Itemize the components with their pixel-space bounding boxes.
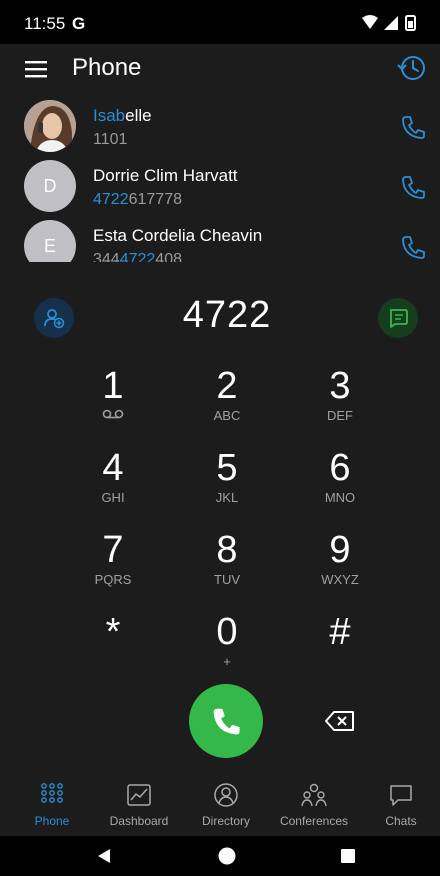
- key-0[interactable]: 0 +: [172, 612, 282, 692]
- message-button[interactable]: [378, 298, 418, 338]
- system-navigation-bar: [0, 836, 440, 876]
- nav-label: Directory: [201, 814, 250, 828]
- avatar: E: [24, 220, 76, 262]
- backspace-button[interactable]: [316, 703, 364, 739]
- status-time: 11:55: [24, 14, 66, 33]
- back-icon[interactable]: [96, 848, 112, 864]
- nav-dashboard[interactable]: Dashboard: [95, 780, 183, 836]
- nav-chats[interactable]: Chats: [357, 780, 440, 836]
- key-6[interactable]: 6 MNO: [285, 448, 395, 528]
- nav-label: Conferences: [279, 814, 349, 828]
- contact-name: Esta Cordelia Cheavin: [93, 226, 263, 245]
- google-icon: G: [72, 14, 86, 33]
- add-contact-icon: [44, 309, 65, 329]
- phone-call-icon[interactable]: [400, 174, 426, 200]
- avatar-photo: [24, 100, 76, 152]
- recents-icon[interactable]: [340, 848, 356, 864]
- contact-name: Dorrie Clim Harvatt: [93, 166, 238, 185]
- contact-number: 1101: [93, 131, 128, 148]
- hamburger-menu-icon[interactable]: [24, 58, 50, 80]
- avatar-photo-image: [24, 100, 76, 152]
- nav-label: Phone: [34, 814, 70, 828]
- page-title: Phone: [72, 54, 142, 81]
- dial-input[interactable]: 4722: [120, 294, 334, 337]
- history-icon[interactable]: [396, 52, 428, 84]
- contact-number: 4722617778: [93, 191, 182, 208]
- phone-icon: [213, 708, 240, 735]
- bottom-nav: Phone Dashboard Directory Conferences Ch…: [0, 780, 440, 836]
- key-2[interactable]: 2 ABC: [172, 366, 282, 446]
- dashboard-chart-icon: [127, 784, 151, 806]
- nav-directory[interactable]: Directory: [182, 780, 270, 836]
- key-hash[interactable]: #: [285, 612, 395, 692]
- nav-label: Chats: [385, 814, 417, 828]
- key-4[interactable]: 4 GHI: [58, 448, 168, 528]
- backspace-icon: [325, 711, 354, 731]
- key-9[interactable]: 9 WXYZ: [285, 530, 395, 610]
- key-1[interactable]: 1: [58, 366, 168, 446]
- app-bar: Phone: [0, 44, 440, 94]
- contact-number: 3444722408: [93, 251, 182, 262]
- nav-conferences[interactable]: Conferences: [270, 780, 358, 836]
- key-8[interactable]: 8 TUV: [172, 530, 282, 610]
- add-contact-button[interactable]: [34, 298, 74, 338]
- home-icon[interactable]: [217, 846, 237, 866]
- contact-row-dorrie[interactable]: D Dorrie Clim Harvatt 4722617778: [0, 158, 440, 220]
- status-icons: [362, 15, 416, 31]
- contact-row-esta[interactable]: E Esta Cordelia Cheavin 3444722408: [0, 218, 440, 262]
- phone-call-icon[interactable]: [400, 114, 426, 140]
- chat-bubble-icon: [390, 785, 412, 806]
- signal-icon: [384, 16, 398, 30]
- message-icon: [390, 309, 408, 328]
- directory-icon: [214, 783, 238, 807]
- call-button[interactable]: [189, 684, 263, 758]
- wifi-icon: [362, 15, 378, 29]
- key-3[interactable]: 3 DEF: [285, 366, 395, 446]
- key-7[interactable]: 7 PQRS: [58, 530, 168, 610]
- phone-call-icon[interactable]: [400, 234, 426, 260]
- conferences-icon: [301, 783, 327, 807]
- nav-phone[interactable]: Phone: [8, 780, 96, 836]
- contact-suggestions: Isabelle 1101 D Dorrie Clim Harvatt 4722…: [0, 98, 440, 262]
- dialpad-icon: [41, 783, 63, 803]
- nav-label: Dashboard: [109, 814, 169, 828]
- key-5[interactable]: 5 JKL: [172, 448, 282, 528]
- voicemail-icon: [102, 409, 124, 419]
- contact-name: Isabelle: [93, 106, 152, 125]
- contact-row-isabelle[interactable]: Isabelle 1101: [0, 98, 440, 160]
- status-bar: 11:55 G: [0, 0, 440, 44]
- avatar: D: [24, 160, 76, 212]
- key-star[interactable]: *: [58, 612, 168, 692]
